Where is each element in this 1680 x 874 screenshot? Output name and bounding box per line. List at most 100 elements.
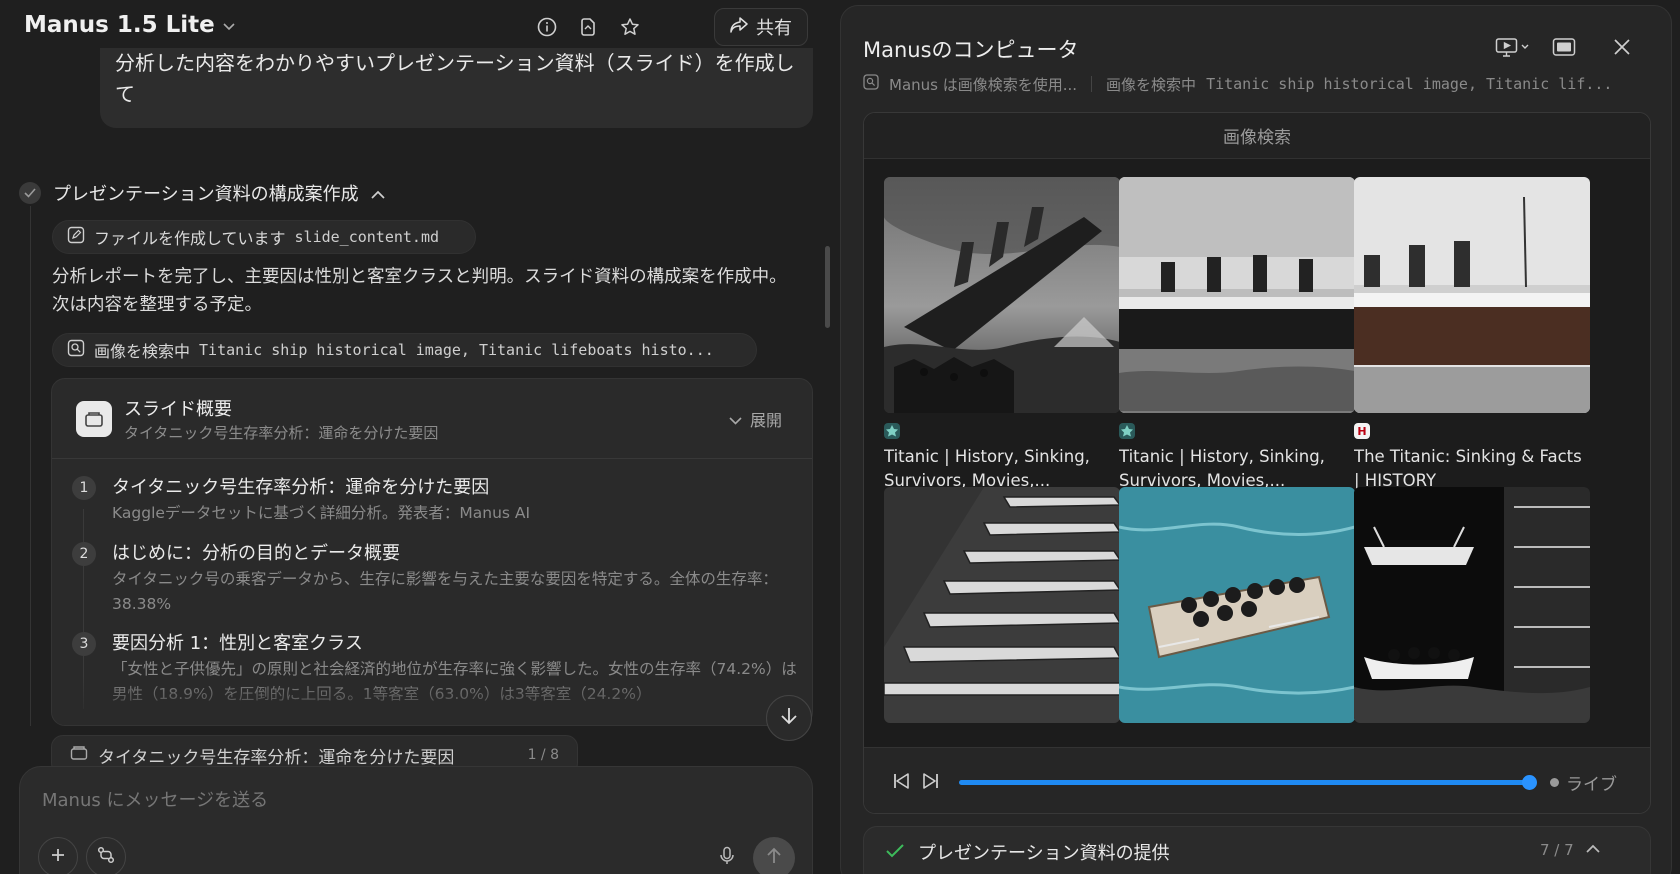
computer-status-line: Manus は画像検索を使用... 画像を検索中 Titanic ship hi… [863,72,1653,96]
close-button[interactable] [1607,34,1637,64]
mini-card-title: タイタニック号生存率分析：運命を分けた要因 [98,747,455,768]
task-progress-bar[interactable]: プレゼンテーション資料の提供 7 / 7 [863,826,1651,874]
task-label: プレゼンテーション資料の提供 [918,843,1170,864]
result-thumbnail[interactable] [1119,487,1355,723]
microphone-icon [719,846,735,870]
outline-title: タイタニック号生存率分析：運命を分けた要因 [112,477,490,498]
image-search-icon [67,339,85,361]
step-timeline-line [30,206,31,726]
skip-forward-icon [922,772,940,794]
share-button[interactable]: 共有 [714,8,808,46]
skip-back-button[interactable] [888,770,914,796]
search-action-label: 画像を検索中 [94,342,191,361]
file-action-chip[interactable]: ファイルを作成しています slide_content.md [52,220,476,254]
outline-title: 要因分析 1：性別と客室クラス [112,633,363,654]
chevron-down-icon [223,19,235,35]
playback-bar: ライブ [864,747,1650,813]
chevron-up-icon[interactable] [1586,839,1600,858]
live-indicator[interactable]: ライブ [1550,770,1617,795]
result-thumbnail[interactable] [1354,487,1590,723]
result-thumbnail[interactable] [1119,177,1355,413]
share-label: 共有 [756,18,792,39]
history-icon: H [1354,423,1370,439]
display-mode-button[interactable] [1491,34,1535,64]
britannica-icon [884,423,900,439]
file-action-filename: slide_content.md [294,228,440,246]
image-result[interactable] [884,487,1120,777]
top-bar: Manus 1.5 Lite 共有 [0,0,830,54]
file-action-label: ファイルを作成しています [94,229,286,248]
search-action-chip[interactable]: 画像を検索中 Titanic ship historical image, Ti… [52,333,757,367]
expand-label: 展開 [749,411,782,430]
outline-number: 1 [72,476,96,500]
arrow-down-icon [780,706,798,730]
scroll-to-bottom-button[interactable] [766,695,812,741]
connector-icon [96,845,116,869]
slide-card-title: スライド概要 [124,399,232,420]
fullscreen-button[interactable] [1549,34,1579,64]
image-result[interactable]: H The Titanic: Sinking & Facts | HISTORY [1354,177,1590,493]
image-result[interactable] [1354,487,1590,777]
tool-action: 画像を検索中 [1106,75,1197,94]
close-icon [1613,38,1631,60]
slide-card-header: スライド概要 タイタニック号生存率分析：運命を分けた要因 展開 [52,379,812,459]
result-title[interactable]: Titanic | History, Sinking, Survivors, M… [1119,445,1355,493]
microphone-button[interactable] [712,843,742,873]
chat-scrollbar[interactable] [825,246,830,328]
slide-deck-icon [76,401,112,437]
live-label: ライブ [1566,775,1617,795]
tool-query: Titanic ship historical image, Titanic l… [1206,75,1613,93]
result-thumbnail[interactable] [884,177,1120,413]
check-icon [19,182,41,204]
browser-title: 画像検索 [864,113,1650,159]
step-header[interactable]: プレゼンテーション資料の構成案作成 [19,180,385,206]
skip-forward-button[interactable] [918,770,944,796]
user-message-bubble: 分析した内容をわかりやすいプレゼンテーション資料（スライド）を作成して [100,48,813,128]
live-dot-icon [1550,778,1559,787]
outline-desc: Kaggleデータセットに基づく詳細分析。発表者：Manus AI [112,504,531,522]
history-icon-letter: H [1357,424,1367,438]
message-input[interactable] [42,785,782,815]
playback-progress-track[interactable] [959,775,1538,790]
playback-progress-fill [959,780,1530,785]
divider [1091,76,1093,92]
result-title[interactable]: Titanic | History, Sinking, Survivors, M… [884,445,1120,493]
image-result[interactable]: Titanic | History, Sinking, Survivors, M… [1119,177,1355,493]
info-icon[interactable] [532,12,562,42]
add-attachment-button[interactable] [38,837,78,874]
chevron-up-icon [371,183,385,204]
result-thumbnail[interactable] [1354,177,1590,413]
britannica-icon [1119,423,1135,439]
monitor-icon [1495,37,1531,61]
result-title[interactable]: The Titanic: Sinking & Facts | HISTORY [1354,445,1590,493]
tools-button[interactable] [86,837,126,874]
share-icon [730,16,748,38]
chevron-down-icon [729,410,742,429]
window-icon [1552,37,1576,61]
step-status-text: 分析レポートを完了し、主要因は性別と客室クラスと判明。スライド資料の構成案を作成… [52,267,787,315]
computer-panel: Manusのコンピュータ Manus は画像検索を使用... 画像を検索中 Ti… [840,5,1672,874]
result-thumbnail[interactable] [884,487,1120,723]
outline-desc: タイタニック号の乗客データから、生存に影響を与えた主要な要因を特定する。全体の生… [112,570,778,613]
model-name: Manus 1.5 Lite [24,12,215,38]
image-result[interactable]: Titanic | History, Sinking, Survivors, M… [884,177,1120,493]
arrow-up-icon [766,847,782,869]
plus-icon [50,847,66,867]
step-title: プレゼンテーション資料の構成案作成 [53,184,359,205]
outline-number: 3 [72,632,96,656]
expand-button[interactable]: 展開 [729,407,782,431]
skip-back-icon [892,772,910,794]
playback-progress-handle[interactable] [1522,775,1538,790]
model-selector[interactable]: Manus 1.5 Lite [24,12,235,38]
star-icon[interactable] [615,12,645,42]
send-button[interactable] [753,837,795,874]
computer-panel-title: Manusのコンピュータ [863,38,1079,62]
task-count: 7 / 7 [1540,841,1574,859]
image-result[interactable] [1119,487,1355,777]
edit-file-icon [67,226,85,248]
slide-card-subtitle: タイタニック号生存率分析：運命を分けた要因 [124,424,439,442]
files-icon[interactable] [573,12,603,42]
content-fade [52,675,812,725]
image-search-icon [863,74,879,94]
chat-panel: 分析した内容をわかりやすいプレゼンテーション資料（スライド）を作成して Manu… [0,0,830,874]
